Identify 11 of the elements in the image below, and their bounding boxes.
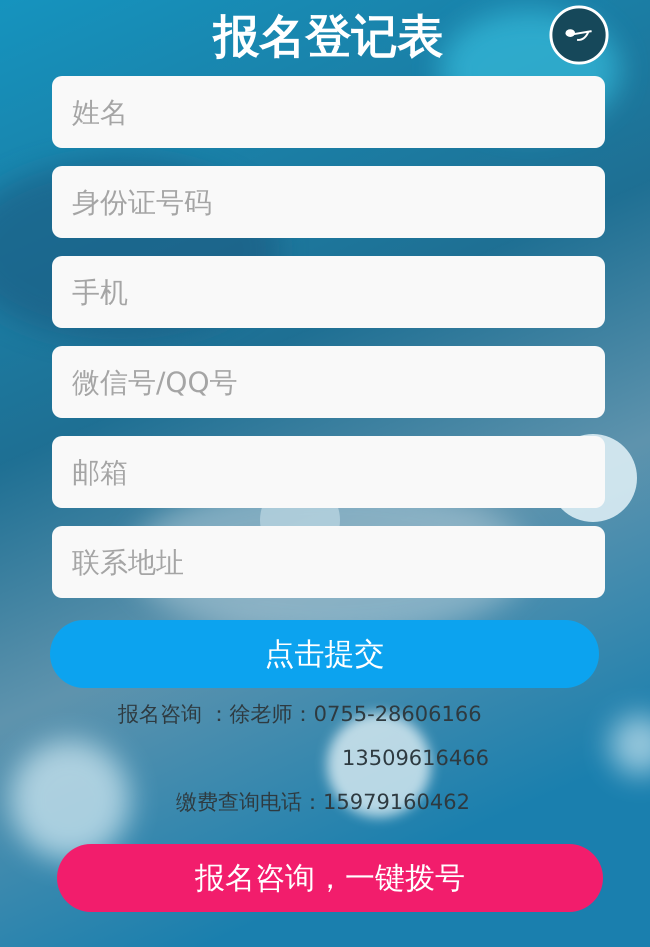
input-field[interactable]: 姓名 xyxy=(52,76,605,148)
input-field[interactable]: 身份证号码 xyxy=(52,166,605,238)
input-field[interactable]: 手机 xyxy=(52,256,605,328)
submit-button[interactable]: 点击提交 xyxy=(50,620,599,688)
contact-text: 报名咨询 ：徐老师：0755-28606166 xyxy=(118,702,483,726)
call-button[interactable]: 报名咨询，一键拨号 xyxy=(57,844,603,912)
input-field[interactable]: 联系地址 xyxy=(52,526,605,598)
input-field[interactable]: 微信号/QQ号 xyxy=(52,346,605,418)
input-field[interactable]: 邮箱 xyxy=(52,436,605,508)
page-title: 报名登记表 xyxy=(214,8,444,65)
logo-icon xyxy=(548,4,610,66)
